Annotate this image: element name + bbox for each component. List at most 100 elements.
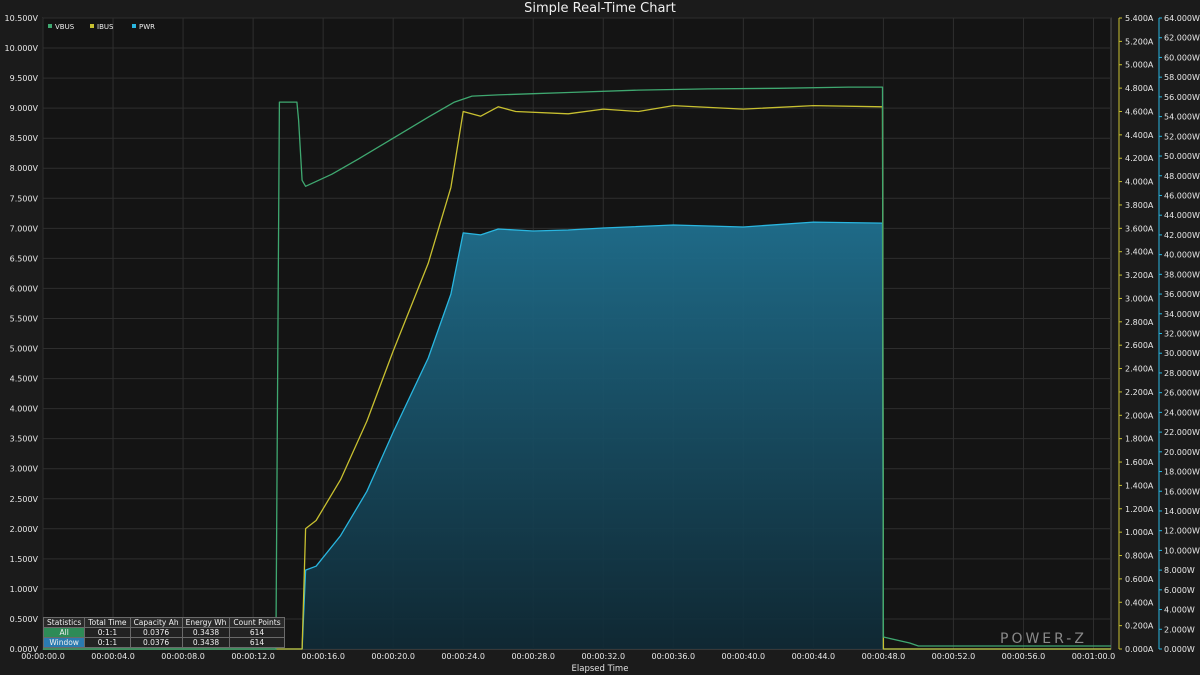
y-right-2-tick-label: 48.000W xyxy=(1164,172,1200,181)
y-right-1-tick-label: 0.600A xyxy=(1125,575,1154,584)
stats-header-cell: Total Time xyxy=(84,617,131,628)
x-tick-label: 00:00:56.0 xyxy=(1002,652,1046,661)
y-right-1-tick-label: 0.400A xyxy=(1125,598,1154,607)
y-right-1-tick-label: 3.400A xyxy=(1125,248,1154,257)
y-right-1-tick-label: 4.200A xyxy=(1125,154,1154,163)
y-right-2-tick-label: 38.000W xyxy=(1164,270,1200,279)
y-right-2-tick-label: 22.000W xyxy=(1164,428,1200,437)
stats-row-label: Window xyxy=(42,637,86,648)
stats-cell: 614 xyxy=(229,637,285,648)
stats-header-cell: Energy Wh xyxy=(181,617,231,628)
y-left-tick-label: 1.500V xyxy=(10,555,39,564)
x-tick-label: 00:00:16.0 xyxy=(301,652,345,661)
legend-label-pwr: PWR xyxy=(139,23,155,31)
y-left-tick-label: 2.000V xyxy=(10,525,39,534)
y-right-1-tick-label: 2.400A xyxy=(1125,365,1154,374)
y-left-tick-label: 1.000V xyxy=(10,585,39,594)
x-axis-title: Elapsed Time xyxy=(571,664,629,674)
y-left-tick-label: 9.000V xyxy=(10,104,39,113)
y-right-2-tick-label: 62.000W xyxy=(1164,34,1200,43)
y-right-1-tick-label: 3.000A xyxy=(1125,294,1154,303)
y-right-2-tick-label: 42.000W xyxy=(1164,231,1200,240)
y-right-2-tick-label: 64.000W xyxy=(1164,14,1200,23)
y-right-1-tick-label: 0.000A xyxy=(1125,645,1154,654)
y-right-1-tick-label: 4.600A xyxy=(1125,107,1154,116)
y-right-2-tick-label: 14.000W xyxy=(1164,507,1200,516)
y-left-tick-label: 0.000V xyxy=(10,645,39,654)
x-tick-label: 00:00:48.0 xyxy=(862,652,906,661)
y-right-1-tick-label: 1.200A xyxy=(1125,505,1154,514)
y-left-tick-label: 10.000V xyxy=(5,44,39,53)
y-right-2-tick-label: 0.000W xyxy=(1164,645,1195,654)
y-right-2-tick-label: 28.000W xyxy=(1164,369,1200,378)
y-right-1-tick-label: 4.400A xyxy=(1125,131,1154,140)
y-right-2-tick-label: 52.000W xyxy=(1164,132,1200,141)
chart-plot[interactable]: 00:00:00.0 00:00:04.0 00:00:08.0 00:00:12.0… xyxy=(0,0,1200,675)
y-right-2-tick-label: 16.000W xyxy=(1164,487,1200,496)
y-right-2-tick-label: 12.000W xyxy=(1164,527,1200,536)
legend-swatch-pwr xyxy=(132,24,136,28)
y-right-2-tick-label: 50.000W xyxy=(1164,152,1200,161)
legend-swatch-vbus xyxy=(48,24,52,28)
y-right-1-tick-label: 1.400A xyxy=(1125,481,1154,490)
x-tick-label: 00:00:12.0 xyxy=(231,652,275,661)
x-tick-label: 00:00:04.0 xyxy=(91,652,135,661)
y-right-2-tick-label: 44.000W xyxy=(1164,211,1200,220)
y-right-1-tick-label: 5.400A xyxy=(1125,14,1154,23)
y-right-2-tick-label: 58.000W xyxy=(1164,73,1200,82)
x-tick-label: 00:00:08.0 xyxy=(161,652,205,661)
stats-cell: 614 xyxy=(229,627,285,638)
y-right-2-tick-label: 18.000W xyxy=(1164,468,1200,477)
stats-cell: 0.3438 xyxy=(181,637,231,648)
x-tick-label: 00:01:00.0 xyxy=(1072,652,1116,661)
y-right-2-tick-label: 46.000W xyxy=(1164,191,1200,200)
y-right-1-tick-label: 1.800A xyxy=(1125,435,1154,444)
stats-header-cell: Count Points xyxy=(229,617,285,628)
y-left-tick-label: 9.500V xyxy=(10,74,39,83)
y-right-2-tick-label: 34.000W xyxy=(1164,310,1200,319)
stats-cell: 0.0376 xyxy=(129,637,183,648)
y-right-1-tick-label: 2.600A xyxy=(1125,341,1154,350)
y-left-tick-label: 8.500V xyxy=(10,134,39,143)
chart-window: Simple Real-Time Chart 00:00:00.0 00:00:0… xyxy=(0,0,1200,675)
stats-header-cell: Statistics xyxy=(42,617,86,628)
y-left-tick-label: 7.000V xyxy=(10,224,39,233)
y-right-2-tick-label: 2.000W xyxy=(1164,625,1195,634)
stats-header-cell: Capacity Ah xyxy=(129,617,183,628)
y-right-1-tick-label: 5.200A xyxy=(1125,37,1154,46)
y-left-tick-label: 10.500V xyxy=(5,14,39,23)
y-right-2-tick-label: 32.000W xyxy=(1164,330,1200,339)
legend-swatch-ibus xyxy=(90,24,94,28)
y-right-2-tick-label: 30.000W xyxy=(1164,349,1200,358)
y-right-1-tick-label: 1.600A xyxy=(1125,458,1154,467)
x-tick-label: 00:00:44.0 xyxy=(792,652,836,661)
y-right-1-tick-label: 4.000A xyxy=(1125,178,1154,187)
y-left-tick-label: 2.500V xyxy=(10,495,39,504)
y-right-2-tick-label: 4.000W xyxy=(1164,606,1195,615)
stats-cell: 0.3438 xyxy=(181,627,231,638)
y-right-2-tick-label: 24.000W xyxy=(1164,408,1200,417)
stats-row-window: Window 0:1:1 0.0376 0.3438 614 xyxy=(42,637,285,648)
y-left-tick-label: 5.000V xyxy=(10,345,39,354)
stats-row-label: All xyxy=(42,627,86,638)
stats-row-all: All 0:1:1 0.0376 0.3438 614 xyxy=(42,627,285,638)
x-tick-label: 00:00:24.0 xyxy=(441,652,485,661)
y-left-tick-label: 6.000V xyxy=(10,284,39,293)
y-left-tick-label: 5.500V xyxy=(10,314,39,323)
x-tick-label: 00:00:52.0 xyxy=(932,652,976,661)
y-right-2-tick-label: 54.000W xyxy=(1164,113,1200,122)
x-tick-label: 00:00:36.0 xyxy=(652,652,696,661)
y-left-tick-label: 7.500V xyxy=(10,194,39,203)
y-right-1-tick-label: 3.200A xyxy=(1125,271,1154,280)
y-right-2-tick-label: 36.000W xyxy=(1164,290,1200,299)
legend-label-vbus: VBUS xyxy=(55,23,75,31)
y-left-tick-label: 4.000V xyxy=(10,405,39,414)
y-right-1-tick-label: 3.800A xyxy=(1125,201,1154,210)
stats-header-row: Statistics Total Time Capacity Ah Energy… xyxy=(42,617,285,628)
y-right-1-tick-label: 2.000A xyxy=(1125,411,1154,420)
y-right-1-tick-label: 0.800A xyxy=(1125,552,1154,561)
y-right-2-tick-label: 60.000W xyxy=(1164,53,1200,62)
power-z-logo: POWER-Z xyxy=(1000,631,1087,647)
y-right-2-tick-label: 56.000W xyxy=(1164,93,1200,102)
y-right-1-tick-label: 2.800A xyxy=(1125,318,1154,327)
